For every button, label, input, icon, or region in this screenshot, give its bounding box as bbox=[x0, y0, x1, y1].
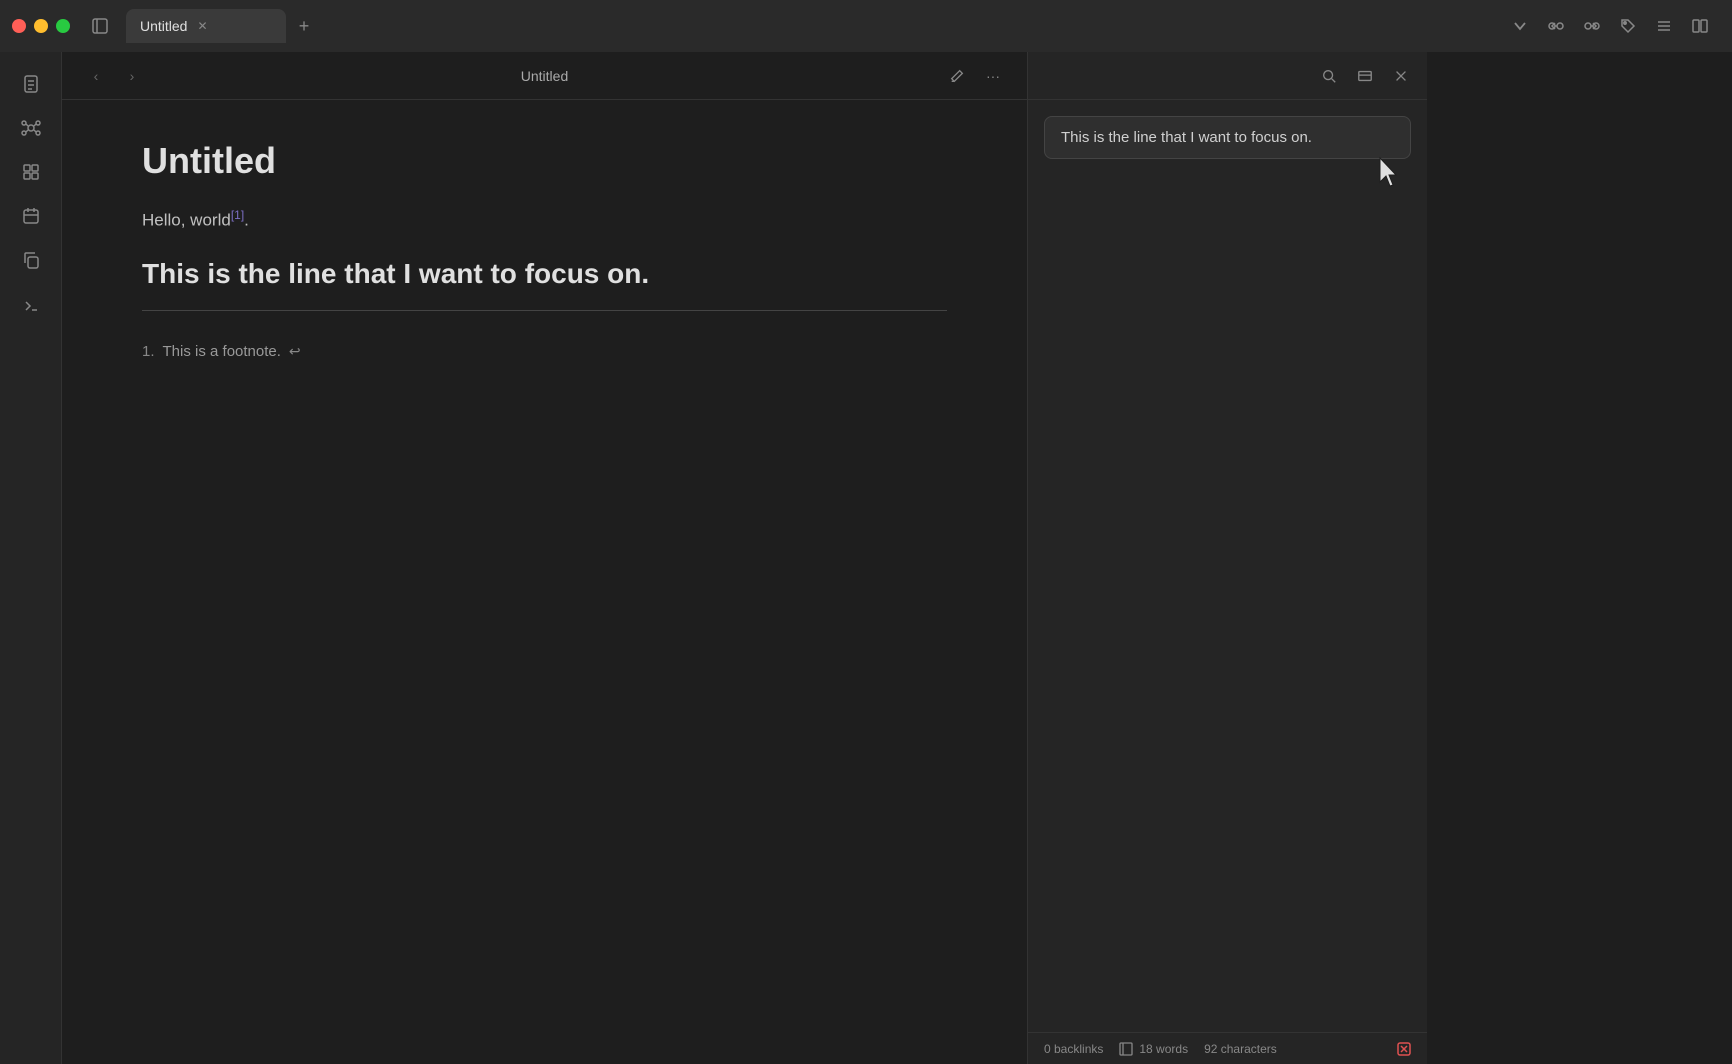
content-area: ‹ › Untitled ··· Untitled bbox=[62, 52, 1732, 1064]
panel-rect-button[interactable] bbox=[1351, 62, 1379, 90]
titlebar: Untitled ✕ + bbox=[0, 0, 1732, 52]
tab-bar: Untitled ✕ + bbox=[126, 9, 1500, 43]
error-icon-wrapper[interactable] bbox=[1397, 1042, 1411, 1056]
sidebar-toggle-button[interactable] bbox=[86, 12, 114, 40]
word-count: 18 words bbox=[1139, 1042, 1188, 1056]
document-paragraph: Hello, world[1]. bbox=[142, 206, 947, 234]
editor-toolbar: ‹ › Untitled ··· bbox=[62, 52, 1027, 100]
sidebar-item-calendar[interactable] bbox=[11, 196, 51, 236]
footnote-text: This is a footnote. bbox=[163, 343, 281, 360]
sidebar-item-graph[interactable] bbox=[11, 108, 51, 148]
traffic-lights bbox=[12, 19, 70, 33]
tag-icon[interactable] bbox=[1616, 14, 1640, 38]
status-bar: 0 backlinks 18 words 92 characters bbox=[1028, 1032, 1427, 1064]
minimize-button[interactable] bbox=[34, 19, 48, 33]
footnote-number: 1. bbox=[142, 343, 155, 360]
sidebar-item-grid[interactable] bbox=[11, 152, 51, 192]
section-divider bbox=[142, 310, 947, 311]
right-panel-body bbox=[1028, 175, 1427, 1032]
chevron-down-icon[interactable] bbox=[1508, 14, 1532, 38]
active-tab[interactable]: Untitled ✕ bbox=[126, 9, 286, 43]
footnote-return-icon[interactable]: ↩ bbox=[289, 343, 301, 360]
error-x-icon bbox=[1397, 1042, 1411, 1056]
document-title: Untitled bbox=[142, 140, 947, 182]
tab-title: Untitled bbox=[140, 18, 187, 34]
edit-button[interactable] bbox=[943, 62, 971, 90]
backlinks-icon[interactable] bbox=[1544, 14, 1568, 38]
maximize-button[interactable] bbox=[56, 19, 70, 33]
cursor-icon bbox=[1376, 156, 1400, 188]
footnote-section: 1. This is a footnote. ↩ bbox=[142, 343, 947, 360]
book-icon bbox=[1119, 1042, 1133, 1056]
sidebar-item-terminal[interactable] bbox=[11, 284, 51, 324]
editor-content[interactable]: Untitled Hello, world[1]. This is the li… bbox=[62, 100, 1027, 1064]
sidebar bbox=[0, 52, 62, 1064]
forward-links-icon[interactable] bbox=[1580, 14, 1604, 38]
titlebar-right-actions bbox=[1508, 14, 1720, 38]
editor-panel: ‹ › Untitled ··· Untitled bbox=[62, 52, 1027, 1064]
main-layout: ‹ › Untitled ··· Untitled bbox=[0, 52, 1732, 1064]
paragraph-text: Hello, world bbox=[142, 211, 231, 230]
tooltip-text: This is the line that I want to focus on… bbox=[1061, 129, 1312, 146]
tooltip-box: This is the line that I want to focus on… bbox=[1044, 116, 1411, 159]
backlinks-status: 0 backlinks bbox=[1044, 1042, 1103, 1056]
editor-document-title: Untitled bbox=[146, 68, 943, 84]
sidebar-item-copy[interactable] bbox=[11, 240, 51, 280]
split-view-icon[interactable] bbox=[1688, 14, 1712, 38]
char-count: 92 characters bbox=[1204, 1042, 1277, 1056]
char-count-wrapper: 92 characters bbox=[1204, 1042, 1277, 1056]
panel-close-button[interactable] bbox=[1387, 62, 1415, 90]
more-options-button[interactable]: ··· bbox=[979, 62, 1007, 90]
right-panel: This is the line that I want to focus on… bbox=[1027, 52, 1427, 1064]
right-panel-header bbox=[1028, 52, 1427, 100]
close-button[interactable] bbox=[12, 19, 26, 33]
editor-actions: ··· bbox=[943, 62, 1007, 90]
panel-search-button[interactable] bbox=[1315, 62, 1343, 90]
document-heading: This is the line that I want to focus on… bbox=[142, 258, 947, 290]
sidebar-item-files[interactable] bbox=[11, 64, 51, 104]
book-icon-wrapper: 18 words bbox=[1119, 1042, 1188, 1056]
backlinks-count: 0 backlinks bbox=[1044, 1042, 1103, 1056]
paragraph-suffix: . bbox=[244, 211, 249, 230]
footnote-ref[interactable]: [1] bbox=[231, 208, 244, 222]
editor-nav: ‹ › bbox=[82, 62, 146, 90]
back-button[interactable]: ‹ bbox=[82, 62, 110, 90]
forward-button[interactable]: › bbox=[118, 62, 146, 90]
tab-close-button[interactable]: ✕ bbox=[195, 17, 209, 35]
list-icon[interactable] bbox=[1652, 14, 1676, 38]
footnote-item: 1. This is a footnote. ↩ bbox=[142, 343, 947, 360]
new-tab-button[interactable]: + bbox=[290, 12, 318, 40]
